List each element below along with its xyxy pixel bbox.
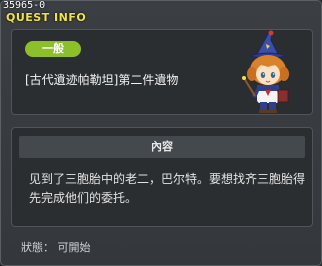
npc-portrait-icon <box>242 30 289 113</box>
quest-summary-panel: 一般 [古代遺迹帕勒坦]第二件遺物 <box>11 29 313 115</box>
content-section-header: 內容 <box>19 136 305 158</box>
quest-info-window: 35965-0 QUEST INFO 一般 [古代遺迹帕勒坦]第二件遺物 內容 … <box>0 0 322 266</box>
quest-description: 见到了三胞胎中的老二，巴尔特。要想找齐三胞胎得先完成他们的委托。 <box>29 172 306 205</box>
quest-status: 狀態： 可開始 <box>21 241 91 254</box>
window-titlebar[interactable]: 35965-0 QUEST INFO <box>1 0 321 25</box>
window-title: QUEST INFO <box>6 11 87 24</box>
quest-category-badge: 一般 <box>25 41 81 57</box>
quest-name: [古代遺迹帕勒坦]第二件遺物 <box>25 73 179 87</box>
quest-content-panel: 內容 见到了三胞胎中的老二，巴尔特。要想找齐三胞胎得先完成他们的委托。 <box>11 127 313 227</box>
